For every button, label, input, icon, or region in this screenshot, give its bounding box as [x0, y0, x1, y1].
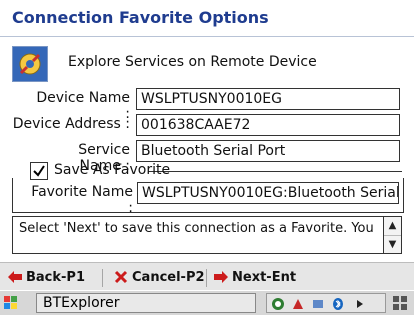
- taskbar: BTExplorer: [0, 290, 414, 315]
- back-label: Back-P1: [26, 269, 86, 285]
- window-title-bar: Connection Favorite Options: [0, 0, 414, 37]
- header-text: Explore Services on Remote Device: [68, 54, 317, 70]
- window-title: Connection Favorite Options: [12, 8, 269, 27]
- signal-icon[interactable]: [291, 297, 305, 311]
- arrow-icon[interactable]: [353, 297, 367, 311]
- app-taskbar-button[interactable]: BTExplorer: [36, 293, 256, 313]
- softkey-bar: Back-P1 Cancel-P2 Next-Ent: [0, 262, 414, 291]
- system-tray: [266, 293, 386, 313]
- device-name-field[interactable]: WSLPTUSNY0010EG: [136, 88, 400, 110]
- network-icon[interactable]: [271, 297, 285, 311]
- bluetooth-gear-icon: [12, 46, 48, 82]
- cancel-x-icon: [114, 270, 128, 284]
- windows-tile-icon[interactable]: [392, 295, 408, 311]
- back-arrow-icon: [8, 271, 22, 283]
- softkey-separator: [102, 269, 103, 287]
- windows-start-icon[interactable]: [2, 294, 30, 312]
- message-scrollbar[interactable]: ▲ ▼: [384, 216, 402, 254]
- save-as-favorite-label[interactable]: Save As Favorite: [54, 162, 170, 178]
- cancel-button[interactable]: Cancel-P2: [114, 267, 205, 287]
- next-button[interactable]: Next-Ent: [214, 267, 296, 287]
- group-divider: [148, 171, 402, 172]
- scroll-down-icon[interactable]: ▼: [384, 236, 401, 254]
- favorite-name-field[interactable]: WSLPTUSNY0010EG:Bluetooth Serial Port: [137, 182, 399, 204]
- scroll-up-icon[interactable]: ▲: [384, 217, 401, 236]
- check-icon: [33, 165, 45, 177]
- back-button[interactable]: Back-P1: [8, 267, 85, 287]
- header-row: Explore Services on Remote Device: [12, 46, 402, 82]
- sync-icon[interactable]: [311, 297, 325, 311]
- device-address-label: Device Address :: [12, 116, 130, 132]
- message-box: Select 'Next' to save this connection as…: [12, 216, 384, 254]
- next-label: Next-Ent: [232, 269, 297, 285]
- service-name-field[interactable]: Bluetooth Serial Port: [136, 140, 400, 162]
- next-arrow-icon: [214, 271, 228, 283]
- device-address-field[interactable]: 001638CAAE72: [136, 114, 400, 136]
- bluetooth-icon[interactable]: [331, 297, 345, 311]
- favorite-name-label: Favorite Name :: [31, 184, 133, 216]
- softkey-separator: [206, 269, 207, 287]
- favorite-group: Favorite Name : WSLPTUSNY0010EG:Bluetoot…: [12, 178, 404, 216]
- cancel-label: Cancel-P2: [132, 269, 205, 285]
